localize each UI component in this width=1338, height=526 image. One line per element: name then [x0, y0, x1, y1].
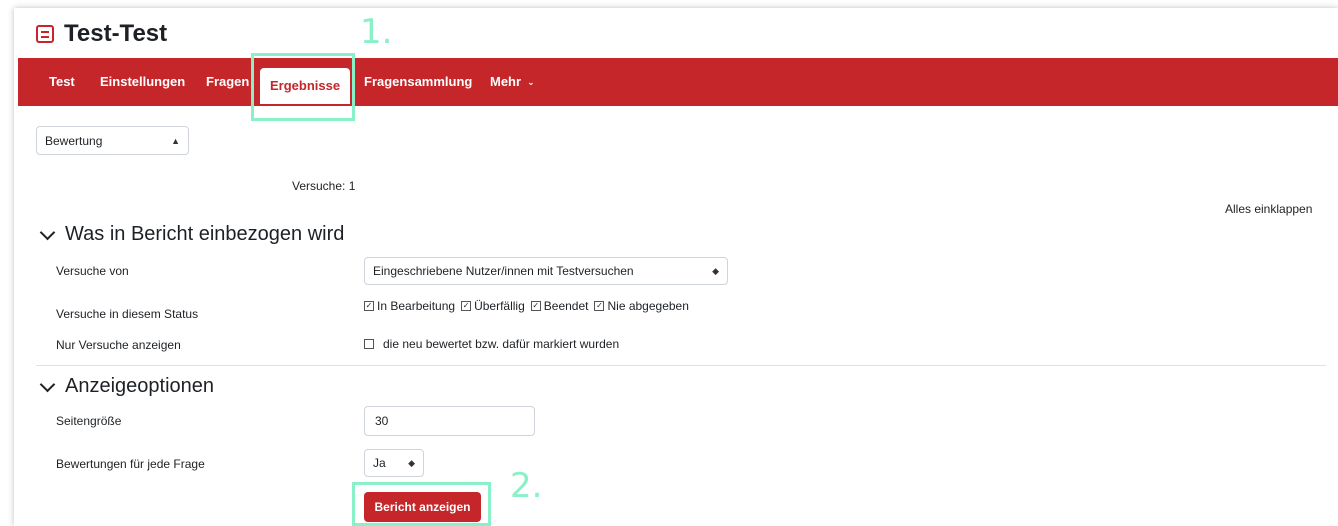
- status-finished[interactable]: ✓ Beendet: [530, 299, 589, 313]
- select-caret-icon: ▲: [171, 135, 180, 146]
- section-include-header[interactable]: Was in Bericht einbezogen wird: [39, 223, 345, 246]
- chevron-down-icon: [39, 376, 56, 392]
- annotation-step-1: 1.: [360, 12, 393, 52]
- select-caret-icon: ◆: [408, 457, 415, 468]
- show-report-button[interactable]: Bericht anzeigen: [364, 492, 481, 522]
- checkbox-checked-icon[interactable]: ✓: [461, 301, 472, 311]
- status-in-progress[interactable]: ✓ In Bearbeitung: [364, 299, 455, 313]
- only-attempts-option-label: die neu bewertet bzw. dafür markiert wur…: [383, 337, 620, 351]
- only-attempts-option[interactable]: die neu bewertet bzw. dafür markiert wur…: [364, 337, 619, 351]
- status-overdue-label: Überfällig: [474, 299, 525, 313]
- grades-per-question-select[interactable]: Ja ◆: [364, 449, 424, 477]
- status-overdue[interactable]: ✓ Überfällig: [461, 299, 525, 313]
- checkbox-checked-icon[interactable]: ✓: [364, 301, 374, 311]
- section-divider: [36, 365, 1326, 366]
- attempts-from-label: Versuche von: [56, 264, 129, 278]
- checkbox-checked-icon[interactable]: ✓: [530, 301, 541, 311]
- grades-per-question-label: Bewertungen für jede Frage: [56, 457, 205, 471]
- select-caret-icon: ◆: [712, 265, 719, 276]
- report-type-value: Bewertung: [45, 133, 103, 148]
- chevron-down-icon: [39, 224, 56, 240]
- checkbox-unchecked-icon[interactable]: [364, 339, 374, 349]
- collapse-all-link[interactable]: Alles einklappen: [1225, 202, 1312, 216]
- page-title: Test-Test: [64, 20, 168, 47]
- checkbox-checked-icon[interactable]: ✓: [594, 301, 605, 311]
- tab-test[interactable]: Test: [49, 58, 75, 106]
- grades-per-question-value: Ja: [373, 456, 386, 470]
- section-include-title: Was in Bericht einbezogen wird: [65, 223, 345, 245]
- page-header: Test-Test: [36, 20, 167, 48]
- status-in-progress-label: In Bearbeitung: [377, 299, 456, 313]
- tab-einstellungen[interactable]: Einstellungen: [100, 58, 185, 106]
- tab-mehr-label: Mehr: [490, 74, 522, 89]
- status-checkboxes: ✓ In Bearbeitung ✓ Überfällig ✓ Beendet …: [364, 299, 689, 313]
- tab-fragensammlung[interactable]: Fragensammlung: [364, 58, 472, 106]
- page-size-value: 30: [375, 414, 389, 428]
- annotation-box-1: [251, 53, 355, 121]
- tab-fragen[interactable]: Fragen: [206, 58, 249, 106]
- page-size-input[interactable]: 30: [364, 406, 535, 436]
- tab-mehr[interactable]: Mehr ⌄: [490, 58, 535, 106]
- report-type-select[interactable]: Bewertung ▲: [36, 126, 189, 155]
- chevron-down-icon: ⌄: [527, 77, 535, 87]
- section-display-title: Anzeigeoptionen: [65, 375, 215, 397]
- attempts-count: Versuche: 1: [292, 179, 356, 193]
- page-size-label: Seitengröße: [56, 414, 122, 428]
- quiz-icon: [36, 25, 54, 43]
- attempts-from-value: Eingeschriebene Nutzer/innen mit Testver…: [373, 264, 634, 278]
- status-never-submitted[interactable]: ✓ Nie abgegeben: [594, 299, 689, 313]
- status-finished-label: Beendet: [543, 299, 589, 313]
- attempts-from-select[interactable]: Eingeschriebene Nutzer/innen mit Testver…: [364, 257, 728, 285]
- status-never-submitted-label: Nie abgegeben: [607, 299, 689, 313]
- annotation-step-2: 2.: [510, 466, 543, 506]
- section-display-header[interactable]: Anzeigeoptionen: [39, 375, 215, 398]
- status-label: Versuche in diesem Status: [56, 307, 199, 321]
- only-attempts-label: Nur Versuche anzeigen: [56, 338, 181, 352]
